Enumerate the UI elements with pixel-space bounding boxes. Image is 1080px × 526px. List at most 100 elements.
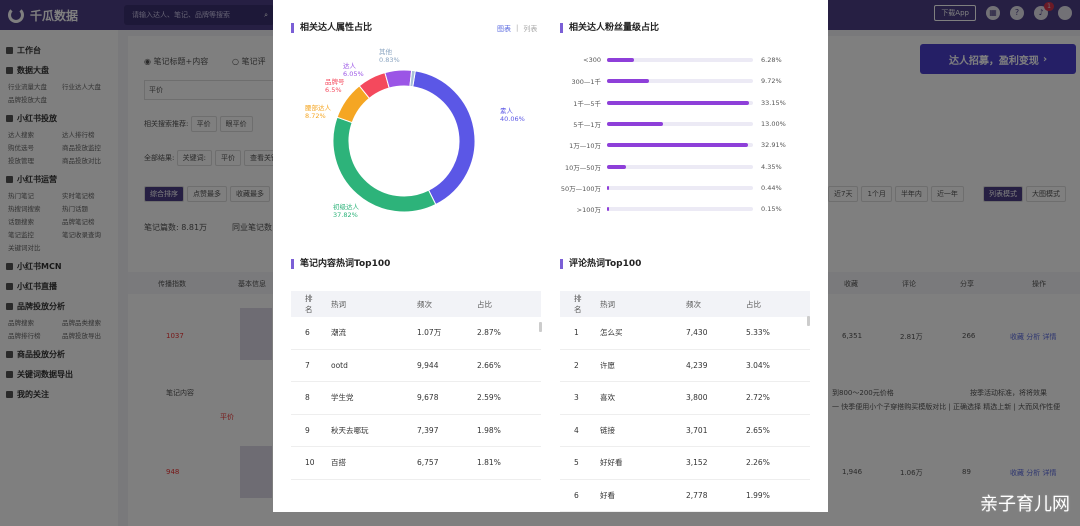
cell-freq: 6,757 xyxy=(417,458,439,468)
pie-label-name: 初级达人 xyxy=(333,203,359,211)
col-pct: 占比 xyxy=(477,299,492,309)
fans-bar-value: 9.72% xyxy=(761,77,782,86)
cell-rank: 10 xyxy=(305,458,315,468)
fans-bar-row: 1千—5千 33.15% xyxy=(553,97,813,109)
pie-label-name: 腰部达人 xyxy=(305,104,331,112)
table-row[interactable]: 10 百搭 6,757 1.81% xyxy=(291,447,541,480)
pie-labels: 素人 40.06% 初级达人 37.82% 腰部达人 8.72% 品牌号 6.5% 达人… xyxy=(273,0,533,240)
col-word: 热词 xyxy=(600,299,615,309)
cell-pct: 5.33% xyxy=(746,328,770,338)
cell-rank: 5 xyxy=(574,458,579,468)
fans-bar-row: 10万—50万 4.35% xyxy=(553,161,813,173)
fans-bar-value: 0.44% xyxy=(761,183,782,192)
cell-pct: 1.98% xyxy=(477,425,501,435)
col-word: 热词 xyxy=(331,299,346,309)
fans-bar-track xyxy=(607,121,753,126)
fans-bar-row: 50万—100万 0.44% xyxy=(553,182,813,194)
fans-bar-value: 6.28% xyxy=(761,56,782,64)
hotword-table: 排名 热词 频次 占比 6 潮流 1.07万 2.87% 7 ootd 9,944 2.66%… xyxy=(291,291,541,480)
fans-bar-label: 10万—50万 xyxy=(564,163,601,172)
cell-rank: 7 xyxy=(305,360,310,370)
col-freq: 频次 xyxy=(686,299,701,309)
pie-label-waist: 腰部达人 8.72% xyxy=(305,104,331,120)
cell-freq: 2,778 xyxy=(686,490,708,500)
cell-pct: 2.26% xyxy=(746,458,770,468)
fans-bar-row: 300—1千 9.72% xyxy=(553,75,813,87)
fans-bar-fill xyxy=(607,121,663,126)
pie-label-pct: 6.5% xyxy=(325,86,342,94)
col-rank: 排名 xyxy=(574,294,582,314)
pie-label-pct: 37.82% xyxy=(333,211,358,219)
pie-label-name: 品牌号 xyxy=(325,78,345,86)
modal-dialog: 相关达人属性占比 图表 | 列表 素人 40.06% 初级达人 37.82% 腰部达… xyxy=(273,0,828,512)
cell-word: 学生党 xyxy=(331,393,354,403)
fans-bar-fill xyxy=(607,207,610,212)
fans-bar-label: 5千—1万 xyxy=(573,120,601,129)
cell-word: 喜欢 xyxy=(600,393,615,403)
fans-bar-row: 5千—1万 13.00% xyxy=(553,118,813,130)
pie-label-pct: 6.05% xyxy=(343,70,364,78)
table-row[interactable]: 7 ootd 9,944 2.66% xyxy=(291,350,541,382)
cell-word: 怎么买 xyxy=(600,328,623,338)
cell-freq: 1.07万 xyxy=(417,328,442,338)
cell-word: 秋天去哪玩 xyxy=(331,425,369,435)
cell-word: 百搭 xyxy=(331,458,346,468)
cell-pct: 2.66% xyxy=(477,360,501,370)
pie-label-name: 达人 xyxy=(343,62,356,70)
cell-freq: 3,701 xyxy=(686,425,708,435)
cell-pct: 1.81% xyxy=(477,458,501,468)
fans-bar-value: 32.91% xyxy=(761,141,786,150)
table-row[interactable]: 8 学生党 9,678 2.59% xyxy=(291,382,541,415)
fans-bar-row: >100万 0.15% xyxy=(553,203,813,215)
table-row[interactable]: 9 秋天去哪玩 7,397 1.98% xyxy=(291,415,541,447)
cell-freq: 3,800 xyxy=(686,393,708,403)
table-row[interactable]: 5 好好看 3,152 2.26% xyxy=(560,447,810,480)
table-row[interactable]: 6 好看 2,778 1.99% xyxy=(560,480,810,512)
cell-rank: 6 xyxy=(305,328,310,338)
scrollbar[interactable] xyxy=(807,316,810,326)
cell-pct: 2.72% xyxy=(746,393,770,403)
fans-bar-track xyxy=(607,143,753,148)
pie-label-junior: 初级达人 37.82% xyxy=(333,203,359,219)
cell-pct: 2.59% xyxy=(477,393,501,403)
cell-pct: 2.87% xyxy=(477,328,501,338)
cell-freq: 9,678 xyxy=(417,393,439,403)
fans-bar-fill xyxy=(607,185,610,190)
fans-bar-fill xyxy=(607,164,626,169)
cell-freq: 4,239 xyxy=(686,360,708,370)
table-row[interactable]: 3 喜欢 3,800 2.72% xyxy=(560,382,810,415)
cell-freq: 7,397 xyxy=(417,425,439,435)
pie-label-amateur: 素人 40.06% xyxy=(500,107,525,123)
table-row[interactable]: 6 潮流 1.07万 2.87% xyxy=(291,317,541,350)
pie-label-pct: 8.72% xyxy=(305,112,326,120)
pie-label-brand: 品牌号 6.5% xyxy=(325,78,345,94)
fans-bar-value: 4.35% xyxy=(761,162,782,171)
fans-bar-track xyxy=(607,58,753,62)
table-row[interactable]: 2 许愿 4,239 3.04% xyxy=(560,350,810,382)
cell-pct: 3.04% xyxy=(746,360,770,370)
fans-bar-row: 1万—10万 32.91% xyxy=(553,139,813,151)
table-row[interactable]: 1 怎么买 7,430 5.33% xyxy=(560,317,810,350)
fans-bar-label: 1千—5千 xyxy=(573,99,601,108)
col-pct: 占比 xyxy=(746,299,761,309)
cell-word: 潮流 xyxy=(331,328,346,338)
pie-label-name: 其他 xyxy=(379,48,392,56)
cell-word: 好好看 xyxy=(600,458,623,468)
fans-bar-fill xyxy=(607,143,749,148)
scrollbar[interactable] xyxy=(539,322,542,332)
cell-rank: 4 xyxy=(574,425,579,435)
cell-pct: 2.65% xyxy=(746,425,770,435)
pie-label-pct: 0.83% xyxy=(379,56,400,64)
fans-bar-label: 1万—10万 xyxy=(569,142,601,151)
cell-pct: 1.99% xyxy=(746,490,770,500)
pie-label-other: 其他 0.83% xyxy=(379,48,400,64)
fans-bar-value: 13.00% xyxy=(761,119,786,128)
fans-bar-track xyxy=(607,185,753,190)
hotword-table-header: 排名 热词 频次 占比 xyxy=(291,291,541,317)
cell-word: 许愿 xyxy=(600,360,615,370)
cell-rank: 6 xyxy=(574,490,579,500)
table-row[interactable]: 4 链接 3,701 2.65% xyxy=(560,415,810,447)
fans-section-title: 相关达人粉丝量级占比 xyxy=(560,23,659,33)
cell-freq: 9,944 xyxy=(417,360,439,370)
fans-bar-track xyxy=(607,79,753,84)
